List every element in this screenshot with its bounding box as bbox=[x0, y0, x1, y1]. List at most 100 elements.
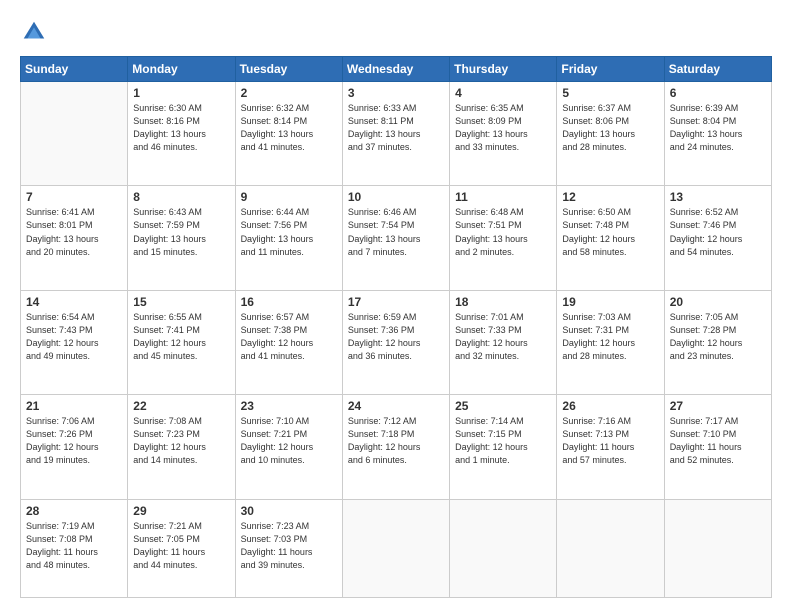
weekday-header-wednesday: Wednesday bbox=[342, 57, 449, 82]
day-number: 7 bbox=[26, 190, 122, 204]
calendar-cell: 29 Sunrise: 7:21 AMSunset: 7:05 PMDayligh… bbox=[128, 499, 235, 597]
day-info: Sunrise: 6:48 AMSunset: 7:51 PMDaylight:… bbox=[455, 206, 551, 258]
day-info: Sunrise: 6:33 AMSunset: 8:11 PMDaylight:… bbox=[348, 102, 444, 154]
day-number: 3 bbox=[348, 86, 444, 100]
day-number: 2 bbox=[241, 86, 337, 100]
day-info: Sunrise: 7:03 AMSunset: 7:31 PMDaylight:… bbox=[562, 311, 658, 363]
calendar-cell: 4 Sunrise: 6:35 AMSunset: 8:09 PMDaylight… bbox=[450, 82, 557, 186]
week-row-3: 14Sunrise: 6:54 AMSunset: 7:43 PMDayligh… bbox=[21, 290, 772, 394]
day-info: Sunrise: 6:35 AMSunset: 8:09 PMDaylight:… bbox=[455, 102, 551, 154]
calendar-cell: 3 Sunrise: 6:33 AMSunset: 8:11 PMDaylight… bbox=[342, 82, 449, 186]
day-number: 27 bbox=[670, 399, 766, 413]
calendar-cell: 8 Sunrise: 6:43 AMSunset: 7:59 PMDaylight… bbox=[128, 186, 235, 290]
day-info: Sunrise: 6:55 AMSunset: 7:41 PMDaylight:… bbox=[133, 311, 229, 363]
day-number: 21 bbox=[26, 399, 122, 413]
calendar-cell: 10 Sunrise: 6:46 AMSunset: 7:54 PMDayligh… bbox=[342, 186, 449, 290]
calendar-cell bbox=[664, 499, 771, 597]
day-info: Sunrise: 6:37 AMSunset: 8:06 PMDaylight:… bbox=[562, 102, 658, 154]
calendar-cell: 18 Sunrise: 7:01 AMSunset: 7:33 PMDayligh… bbox=[450, 290, 557, 394]
day-number: 6 bbox=[670, 86, 766, 100]
day-info: Sunrise: 7:21 AMSunset: 7:05 PMDaylight:… bbox=[133, 520, 229, 572]
week-row-4: 21 Sunrise: 7:06 AMSunset: 7:26 PMDayligh… bbox=[21, 395, 772, 499]
day-number: 10 bbox=[348, 190, 444, 204]
day-number: 28 bbox=[26, 504, 122, 518]
logo-icon bbox=[20, 18, 48, 46]
day-number: 8 bbox=[133, 190, 229, 204]
day-info: Sunrise: 6:30 AMSunset: 8:16 PMDaylight:… bbox=[133, 102, 229, 154]
day-info: Sunrise: 7:23 AMSunset: 7:03 PMDaylight:… bbox=[241, 520, 337, 572]
day-number: 9 bbox=[241, 190, 337, 204]
calendar-cell bbox=[342, 499, 449, 597]
day-number: 16 bbox=[241, 295, 337, 309]
week-row-2: 7 Sunrise: 6:41 AMSunset: 8:01 PMDaylight… bbox=[21, 186, 772, 290]
calendar-cell: 1 Sunrise: 6:30 AMSunset: 8:16 PMDaylight… bbox=[128, 82, 235, 186]
day-number: 18 bbox=[455, 295, 551, 309]
week-row-1: 1 Sunrise: 6:30 AMSunset: 8:16 PMDaylight… bbox=[21, 82, 772, 186]
calendar-cell: 11 Sunrise: 6:48 AMSunset: 7:51 PMDayligh… bbox=[450, 186, 557, 290]
weekday-header-monday: Monday bbox=[128, 57, 235, 82]
day-number: 29 bbox=[133, 504, 229, 518]
day-info: Sunrise: 7:06 AMSunset: 7:26 PMDaylight:… bbox=[26, 415, 122, 467]
calendar-cell: 23 Sunrise: 7:10 AMSunset: 7:21 PMDayligh… bbox=[235, 395, 342, 499]
day-info: Sunrise: 6:59 AMSunset: 7:36 PMDaylight:… bbox=[348, 311, 444, 363]
day-number: 13 bbox=[670, 190, 766, 204]
calendar-table: SundayMondayTuesdayWednesdayThursdayFrid… bbox=[20, 56, 772, 598]
day-info: Sunrise: 6:41 AMSunset: 8:01 PMDaylight:… bbox=[26, 206, 122, 258]
day-info: Sunrise: 6:50 AMSunset: 7:48 PMDaylight:… bbox=[562, 206, 658, 258]
weekday-header-tuesday: Tuesday bbox=[235, 57, 342, 82]
day-number: 4 bbox=[455, 86, 551, 100]
calendar-cell: 22Sunrise: 7:08 AMSunset: 7:23 PMDayligh… bbox=[128, 395, 235, 499]
calendar-cell bbox=[557, 499, 664, 597]
day-info: Sunrise: 6:43 AMSunset: 7:59 PMDaylight:… bbox=[133, 206, 229, 258]
day-info: Sunrise: 6:54 AMSunset: 7:43 PMDaylight:… bbox=[26, 311, 122, 363]
day-info: Sunrise: 7:08 AMSunset: 7:23 PMDaylight:… bbox=[133, 415, 229, 467]
day-number: 1 bbox=[133, 86, 229, 100]
day-info: Sunrise: 7:05 AMSunset: 7:28 PMDaylight:… bbox=[670, 311, 766, 363]
day-info: Sunrise: 6:57 AMSunset: 7:38 PMDaylight:… bbox=[241, 311, 337, 363]
day-info: Sunrise: 6:39 AMSunset: 8:04 PMDaylight:… bbox=[670, 102, 766, 154]
day-info: Sunrise: 7:10 AMSunset: 7:21 PMDaylight:… bbox=[241, 415, 337, 467]
day-info: Sunrise: 7:19 AMSunset: 7:08 PMDaylight:… bbox=[26, 520, 122, 572]
day-info: Sunrise: 7:14 AMSunset: 7:15 PMDaylight:… bbox=[455, 415, 551, 467]
calendar-cell: 2 Sunrise: 6:32 AMSunset: 8:14 PMDaylight… bbox=[235, 82, 342, 186]
day-number: 23 bbox=[241, 399, 337, 413]
calendar-cell: 30 Sunrise: 7:23 AMSunset: 7:03 PMDayligh… bbox=[235, 499, 342, 597]
day-info: Sunrise: 6:46 AMSunset: 7:54 PMDaylight:… bbox=[348, 206, 444, 258]
calendar-cell: 21 Sunrise: 7:06 AMSunset: 7:26 PMDayligh… bbox=[21, 395, 128, 499]
day-info: Sunrise: 6:44 AMSunset: 7:56 PMDaylight:… bbox=[241, 206, 337, 258]
logo bbox=[20, 18, 52, 46]
day-number: 17 bbox=[348, 295, 444, 309]
day-number: 19 bbox=[562, 295, 658, 309]
day-number: 30 bbox=[241, 504, 337, 518]
calendar-cell: 16 Sunrise: 6:57 AMSunset: 7:38 PMDayligh… bbox=[235, 290, 342, 394]
day-info: Sunrise: 7:16 AMSunset: 7:13 PMDaylight:… bbox=[562, 415, 658, 467]
calendar-cell: 26 Sunrise: 7:16 AMSunset: 7:13 PMDayligh… bbox=[557, 395, 664, 499]
calendar-cell: 13Sunrise: 6:52 AMSunset: 7:46 PMDayligh… bbox=[664, 186, 771, 290]
calendar-cell: 20Sunrise: 7:05 AMSunset: 7:28 PMDayligh… bbox=[664, 290, 771, 394]
calendar-cell bbox=[450, 499, 557, 597]
calendar-cell: 9 Sunrise: 6:44 AMSunset: 7:56 PMDaylight… bbox=[235, 186, 342, 290]
header bbox=[20, 18, 772, 46]
day-info: Sunrise: 7:12 AMSunset: 7:18 PMDaylight:… bbox=[348, 415, 444, 467]
calendar-cell: 25 Sunrise: 7:14 AMSunset: 7:15 PMDayligh… bbox=[450, 395, 557, 499]
calendar-cell: 12Sunrise: 6:50 AMSunset: 7:48 PMDayligh… bbox=[557, 186, 664, 290]
day-number: 15 bbox=[133, 295, 229, 309]
day-number: 24 bbox=[348, 399, 444, 413]
day-number: 26 bbox=[562, 399, 658, 413]
calendar-cell: 17 Sunrise: 6:59 AMSunset: 7:36 PMDayligh… bbox=[342, 290, 449, 394]
calendar-cell: 14Sunrise: 6:54 AMSunset: 7:43 PMDayligh… bbox=[21, 290, 128, 394]
page: SundayMondayTuesdayWednesdayThursdayFrid… bbox=[0, 0, 792, 612]
day-info: Sunrise: 6:32 AMSunset: 8:14 PMDaylight:… bbox=[241, 102, 337, 154]
calendar-cell bbox=[21, 82, 128, 186]
calendar-cell: 5 Sunrise: 6:37 AMSunset: 8:06 PMDaylight… bbox=[557, 82, 664, 186]
calendar-cell: 7 Sunrise: 6:41 AMSunset: 8:01 PMDaylight… bbox=[21, 186, 128, 290]
day-number: 11 bbox=[455, 190, 551, 204]
calendar-cell: 27Sunrise: 7:17 AMSunset: 7:10 PMDayligh… bbox=[664, 395, 771, 499]
day-info: Sunrise: 7:01 AMSunset: 7:33 PMDaylight:… bbox=[455, 311, 551, 363]
weekday-header-friday: Friday bbox=[557, 57, 664, 82]
day-number: 25 bbox=[455, 399, 551, 413]
weekday-header-thursday: Thursday bbox=[450, 57, 557, 82]
weekday-header-saturday: Saturday bbox=[664, 57, 771, 82]
weekday-header-row: SundayMondayTuesdayWednesdayThursdayFrid… bbox=[21, 57, 772, 82]
day-number: 5 bbox=[562, 86, 658, 100]
